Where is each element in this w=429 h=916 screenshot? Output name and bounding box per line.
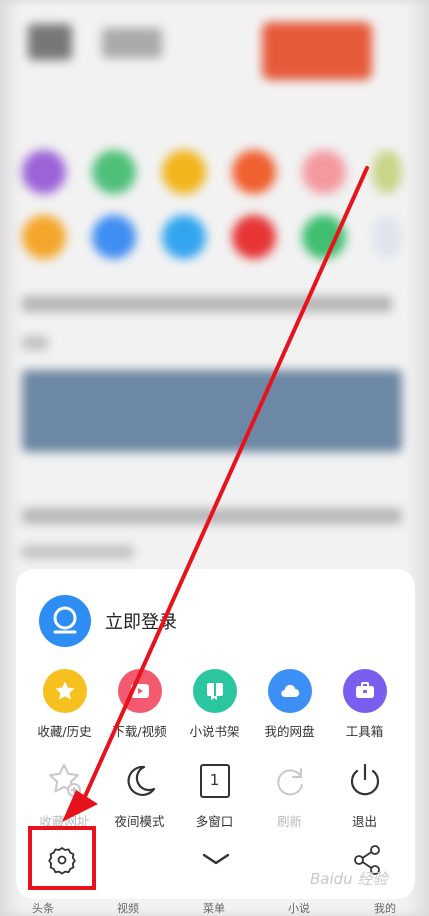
download-video-label: 下载/视频	[112, 724, 167, 739]
refresh-button[interactable]: 刷新	[252, 759, 327, 830]
night-mode-button[interactable]: 夜间模式	[102, 759, 177, 830]
tab-mine[interactable]: 我的	[374, 900, 396, 916]
download-video-button[interactable]: 下载/视频	[102, 669, 177, 740]
refresh-icon	[268, 759, 312, 803]
toolbox-label: 工具箱	[345, 724, 384, 739]
favorites-history-label: 收藏/历史	[37, 724, 92, 739]
exit-label: 退出	[351, 814, 377, 829]
download-video-icon	[117, 669, 162, 713]
collapse-menu-button[interactable]	[198, 844, 234, 874]
login-label: 立即登录	[105, 612, 177, 633]
settings-highlight-box	[28, 826, 96, 890]
novel-shelf-label: 小说书架	[189, 724, 240, 739]
watermark: Baidu 经验	[310, 870, 388, 888]
add-bookmark-button[interactable]: 收藏网址	[27, 759, 102, 830]
tab-novel[interactable]: 小说	[288, 900, 310, 916]
moon-icon	[118, 759, 162, 803]
bottom-tab-bar: 头条 视频 菜单 小说 我的	[0, 899, 429, 916]
power-icon	[343, 759, 387, 803]
tab-video[interactable]: 视频	[117, 900, 139, 916]
window-count: 1	[209, 771, 220, 789]
toolbox-button[interactable]: 工具箱	[327, 669, 402, 740]
user-avatar-icon	[39, 595, 91, 647]
tab-headlines[interactable]: 头条	[32, 900, 54, 916]
star-icon	[42, 669, 87, 713]
refresh-label: 刷新	[276, 814, 302, 829]
novel-shelf-button[interactable]: 小说书架	[177, 669, 252, 740]
multi-window-icon: 1	[193, 759, 237, 803]
toolbox-icon	[342, 669, 387, 713]
chevron-down-icon	[202, 853, 230, 865]
favorites-history-button[interactable]: 收藏/历史	[27, 669, 102, 740]
multi-window-button[interactable]: 1 多窗口	[177, 759, 252, 830]
multi-window-label: 多窗口	[195, 814, 234, 829]
night-mode-label: 夜间模式	[114, 814, 165, 829]
star-add-icon	[43, 759, 87, 803]
cloud-icon	[267, 669, 312, 713]
tab-menu[interactable]: 菜单	[203, 900, 225, 916]
exit-button[interactable]: 退出	[327, 759, 402, 830]
book-icon	[192, 669, 237, 713]
menu-row-primary: 收藏/历史 下载/视频 小说书架 我的网盘 工具箱	[16, 669, 415, 749]
cloud-drive-label: 我的网盘	[264, 724, 315, 739]
login-entry[interactable]: 立即登录	[39, 595, 177, 647]
cloud-drive-button[interactable]: 我的网盘	[252, 669, 327, 740]
